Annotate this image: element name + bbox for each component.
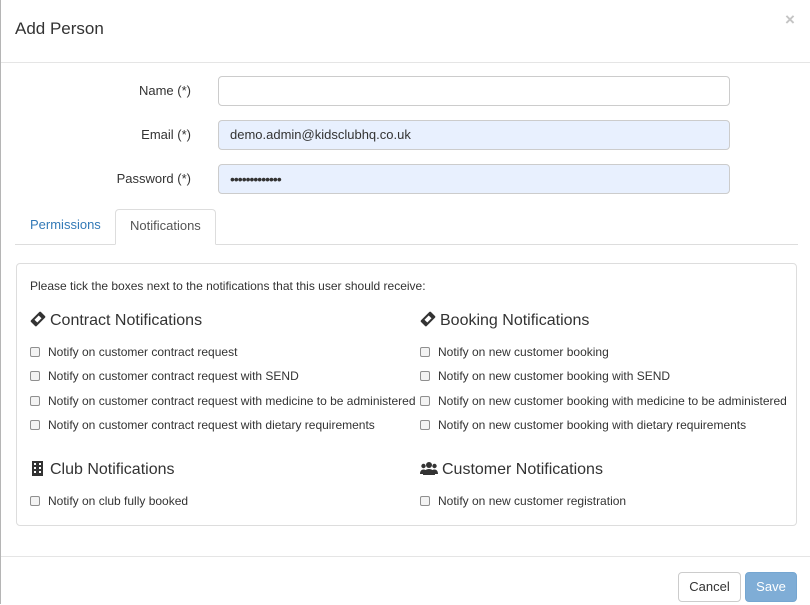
- email-label: Email (*): [141, 127, 191, 142]
- checkbox[interactable]: [30, 347, 40, 357]
- building-icon: [30, 460, 46, 476]
- booking-notifications-title: Booking Notifications: [440, 312, 590, 329]
- modal-header: Add Person ×: [1, 0, 810, 63]
- checkbox-label: Notify on new customer registration: [438, 494, 627, 508]
- tab-permissions[interactable]: Permissions: [16, 209, 115, 244]
- booking-notifications-heading: Booking Notifications: [420, 310, 589, 332]
- club-notifications-heading: Club Notifications: [30, 459, 175, 481]
- cancel-button[interactable]: Cancel: [678, 572, 741, 602]
- password-row: Password (*) •••••••••••••: [1, 164, 810, 196]
- password-label: Password (*): [116, 171, 191, 186]
- tab-notifications[interactable]: Notifications: [115, 209, 216, 245]
- checkbox-label: Notify on new customer booking: [438, 345, 609, 359]
- save-button[interactable]: Save: [745, 572, 797, 602]
- checkbox-label: Notify on new customer booking with SEND: [438, 369, 671, 383]
- checkbox[interactable]: [420, 420, 430, 430]
- checkbox-label: Notify on club fully booked: [48, 494, 189, 508]
- name-row: Name (*): [1, 76, 810, 108]
- notifications-intro: Please tick the boxes next to the notifi…: [30, 279, 426, 293]
- close-icon[interactable]: ×: [785, 10, 795, 30]
- contract-notifications-title: Contract Notifications: [50, 312, 203, 329]
- users-icon: [420, 460, 438, 476]
- modal-title: Add Person: [15, 19, 104, 38]
- name-input[interactable]: [218, 76, 730, 106]
- checkbox-label: Notify on new customer booking with diet…: [438, 418, 747, 432]
- checkbox[interactable]: [30, 496, 40, 506]
- ticket-icon: [30, 311, 46, 327]
- contract-notifications-heading: Contract Notifications: [30, 310, 202, 332]
- checkbox-label: Notify on customer contract request with…: [48, 418, 375, 432]
- checkbox[interactable]: [420, 396, 430, 406]
- checkbox[interactable]: [30, 396, 40, 406]
- add-person-modal: Add Person × Name (*) Email (*) demo.adm…: [0, 0, 810, 604]
- email-row: Email (*) demo.admin@kidsclubhq.co.uk: [1, 120, 810, 152]
- checkbox-label: Notify on customer contract request: [48, 345, 238, 359]
- checkbox-label: Notify on customer contract request with…: [48, 394, 416, 408]
- email-input[interactable]: demo.admin@kidsclubhq.co.uk: [218, 120, 730, 150]
- ticket-icon: [420, 311, 436, 327]
- customer-notifications-heading: Customer Notifications: [420, 459, 603, 481]
- checkbox-label: Notify on new customer booking with medi…: [438, 394, 787, 408]
- checkbox-label: Notify on customer contract request with…: [48, 369, 299, 383]
- password-input[interactable]: •••••••••••••: [218, 164, 730, 194]
- checkbox[interactable]: [420, 496, 430, 506]
- checkbox[interactable]: [420, 371, 430, 381]
- checkbox[interactable]: [30, 420, 40, 430]
- customer-notifications-title: Customer Notifications: [442, 461, 603, 478]
- checkbox[interactable]: [420, 347, 430, 357]
- name-label: Name (*): [138, 83, 191, 98]
- tab-bar: Permissions Notifications: [15, 209, 798, 245]
- checkbox[interactable]: [30, 371, 40, 381]
- club-notifications-title: Club Notifications: [50, 461, 175, 478]
